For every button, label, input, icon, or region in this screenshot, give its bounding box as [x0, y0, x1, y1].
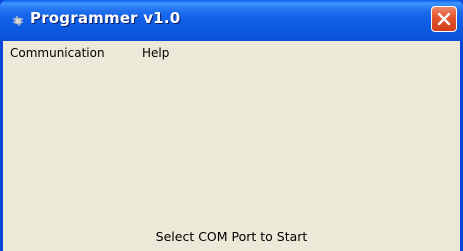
menu-help[interactable]: Help [139, 45, 172, 61]
status-message: Select COM Port to Start [155, 229, 308, 244]
menu-bar: Communication Help [3, 41, 460, 65]
title-bar[interactable]: Programmer v1.0 [0, 0, 463, 41]
client-area: Communication Help Select COM Port to St… [3, 41, 460, 251]
close-button[interactable] [431, 6, 457, 32]
window-title: Programmer v1.0 [30, 9, 181, 27]
application-window: Programmer v1.0 Communication Help Selec… [0, 0, 463, 251]
close-icon [437, 12, 451, 26]
app-chip-icon [10, 14, 26, 28]
menu-communication[interactable]: Communication [7, 45, 108, 61]
